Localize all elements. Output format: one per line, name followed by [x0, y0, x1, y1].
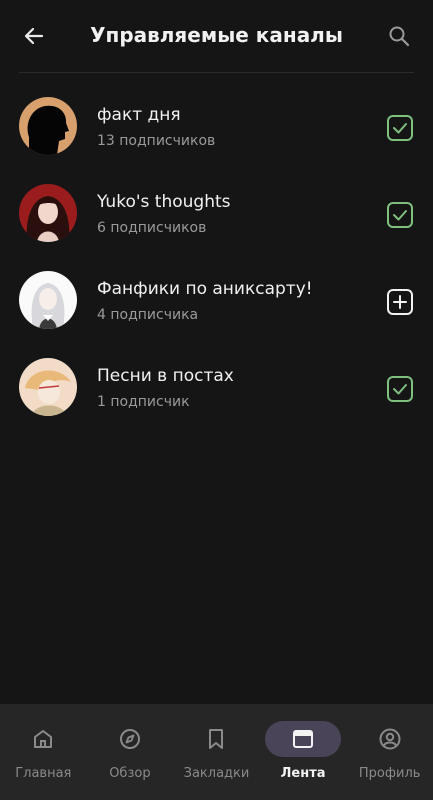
nav-label: Главная — [15, 766, 72, 781]
nav-icon-container — [178, 721, 254, 757]
nav-icon-container — [352, 721, 428, 757]
channel-checkbox[interactable] — [386, 375, 414, 403]
search-icon — [389, 26, 410, 47]
channel-subscribers: 6 подписчиков — [97, 220, 207, 236]
search-button[interactable] — [383, 20, 415, 52]
nav-icon-container — [5, 721, 81, 757]
channel-avatar — [19, 358, 77, 416]
header-divider — [19, 72, 414, 73]
top-app-bar: Управляемые каналы — [0, 0, 433, 72]
channel-subscribers: 4 подписчика — [97, 307, 199, 323]
channel-row[interactable]: факт дня 13 подписчиков — [0, 84, 433, 171]
nav-item-home[interactable]: Главная — [0, 704, 87, 800]
channel-avatar — [19, 184, 77, 242]
nav-label: Закладки — [183, 766, 250, 781]
channel-checkbox[interactable] — [386, 201, 414, 229]
channel-subscribers: 1 подписчик — [97, 394, 190, 410]
nav-label: Лента — [280, 766, 326, 781]
channel-row[interactable]: Фанфики по аниксарту! 4 подписчика — [0, 258, 433, 345]
nav-item-profile[interactable]: Профиль — [346, 704, 433, 800]
channel-name: Песни в постах — [97, 366, 234, 386]
check-icon — [387, 202, 413, 228]
compass-icon — [119, 729, 140, 749]
nav-item-feed[interactable]: Лента — [260, 704, 347, 800]
channel-add-button[interactable] — [386, 288, 414, 316]
channel-name: Yuko's thoughts — [97, 192, 231, 212]
channel-name: факт дня — [97, 105, 181, 125]
nav-label: Обзор — [109, 766, 151, 781]
nav-item-bookmarks[interactable]: Закладки — [173, 704, 260, 800]
bookmark-icon — [209, 729, 224, 749]
check-icon — [387, 115, 413, 141]
plus-icon — [387, 289, 413, 315]
channel-row[interactable]: Yuko's thoughts 6 подписчиков — [0, 171, 433, 258]
channel-avatar — [19, 97, 77, 155]
nav-item-explore[interactable]: Обзор — [87, 704, 174, 800]
nav-label: Профиль — [358, 766, 421, 781]
nav-icon-container — [92, 721, 168, 757]
nav-icon-container — [265, 721, 342, 757]
channel-name: Фанфики по аниксарту! — [97, 279, 313, 299]
profile-icon — [379, 728, 401, 750]
channel-list: факт дня 13 подписчиков Yuko's thoughts … — [0, 84, 433, 432]
bottom-navigation: Главная Обзор Закладки Лента Профиль — [0, 704, 433, 800]
channel-avatar — [19, 271, 77, 329]
channel-subscribers: 13 подписчиков — [97, 133, 216, 149]
check-icon — [387, 376, 413, 402]
feed-icon — [293, 730, 314, 748]
channel-row[interactable]: Песни в постах 1 подписчик — [0, 345, 433, 432]
page-title: Управляемые каналы — [90, 23, 343, 47]
channel-checkbox[interactable] — [386, 114, 414, 142]
home-icon — [34, 730, 53, 748]
